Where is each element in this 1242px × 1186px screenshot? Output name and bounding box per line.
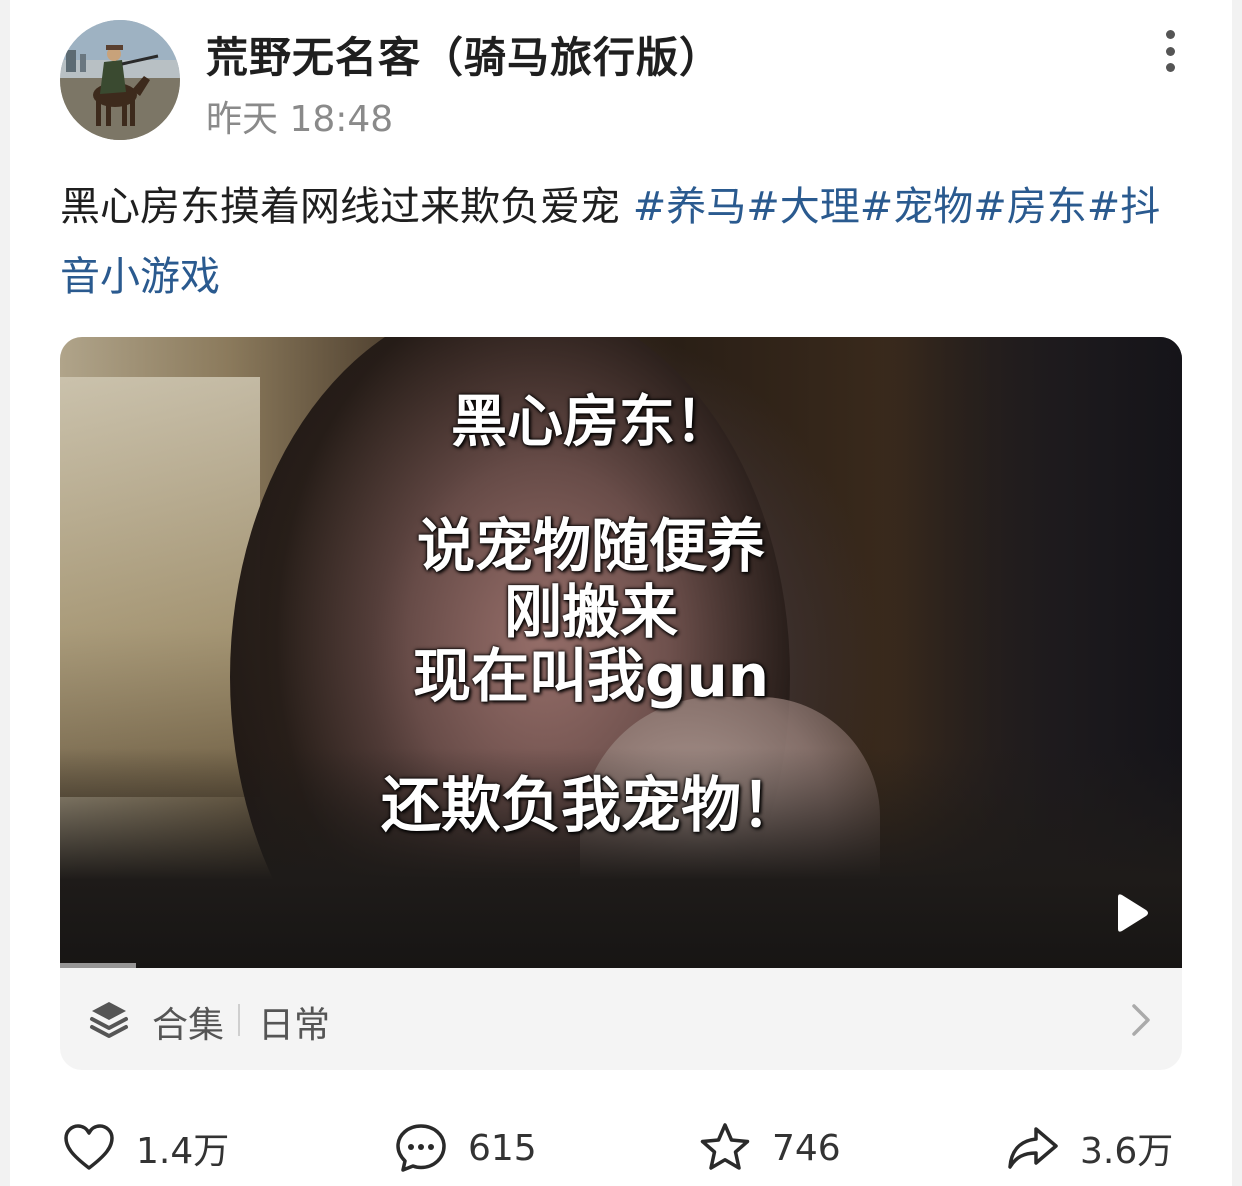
video-caption-line: 现在叫我gun <box>412 642 770 710</box>
favorite-count: 746 <box>772 1127 841 1169</box>
post-text: 黑心房东摸着网线过来欺负爱宠 #养马#大理#宠物#房东#抖音小游戏 <box>60 172 1170 312</box>
author-name[interactable]: 荒野无名客（骑马旅行版） <box>206 24 722 85</box>
avatar[interactable] <box>60 20 180 140</box>
comment-icon <box>396 1124 446 1172</box>
star-icon <box>700 1123 750 1170</box>
post-time: 昨天 18:48 <box>206 99 394 140</box>
more-options-button[interactable] <box>1150 26 1190 76</box>
hashtag[interactable]: #大理 <box>746 184 860 230</box>
comment-button[interactable]: 615 <box>394 1118 537 1178</box>
left-margin <box>0 0 10 1186</box>
play-icon[interactable] <box>1108 891 1152 935</box>
comment-count: 615 <box>468 1127 537 1169</box>
hashtag[interactable]: #房东 <box>973 184 1087 230</box>
video-caption-line: 黑心房东！ <box>451 390 731 455</box>
like-button[interactable]: 1.4万 <box>62 1118 229 1178</box>
heart-icon <box>64 1124 114 1170</box>
more-dot-icon <box>1165 63 1175 72</box>
hashtag[interactable]: #养马 <box>633 184 747 230</box>
share-button[interactable]: 3.6万 <box>1006 1118 1173 1178</box>
favorite-button[interactable]: 746 <box>698 1118 841 1178</box>
collection-bar[interactable]: 合集 日常 <box>60 968 1182 1070</box>
chevron-right-icon <box>1132 1004 1150 1036</box>
horse-rider-avatar-icon <box>60 20 180 140</box>
divider <box>238 1004 240 1036</box>
share-count: 3.6万 <box>1080 1131 1174 1172</box>
more-dot-icon <box>1165 46 1175 56</box>
collection-label: 合集 <box>152 1005 225 1046</box>
collection-name: 日常 <box>258 1005 331 1046</box>
video-player[interactable]: 黑心房东！ 说宠物随便养 刚搬来 现在叫我gun 还欺负我宠物！ <box>60 337 1182 968</box>
share-icon <box>1008 1127 1058 1169</box>
video-caption-line: 还欺负我宠物！ <box>381 771 801 841</box>
hashtag[interactable]: #宠物 <box>860 184 974 230</box>
layers-icon <box>90 1002 128 1038</box>
post-caption: 黑心房东摸着网线过来欺负爱宠 <box>60 184 633 230</box>
more-dot-icon <box>1165 30 1175 39</box>
right-margin <box>1232 0 1242 1186</box>
like-count: 1.4万 <box>136 1131 230 1172</box>
